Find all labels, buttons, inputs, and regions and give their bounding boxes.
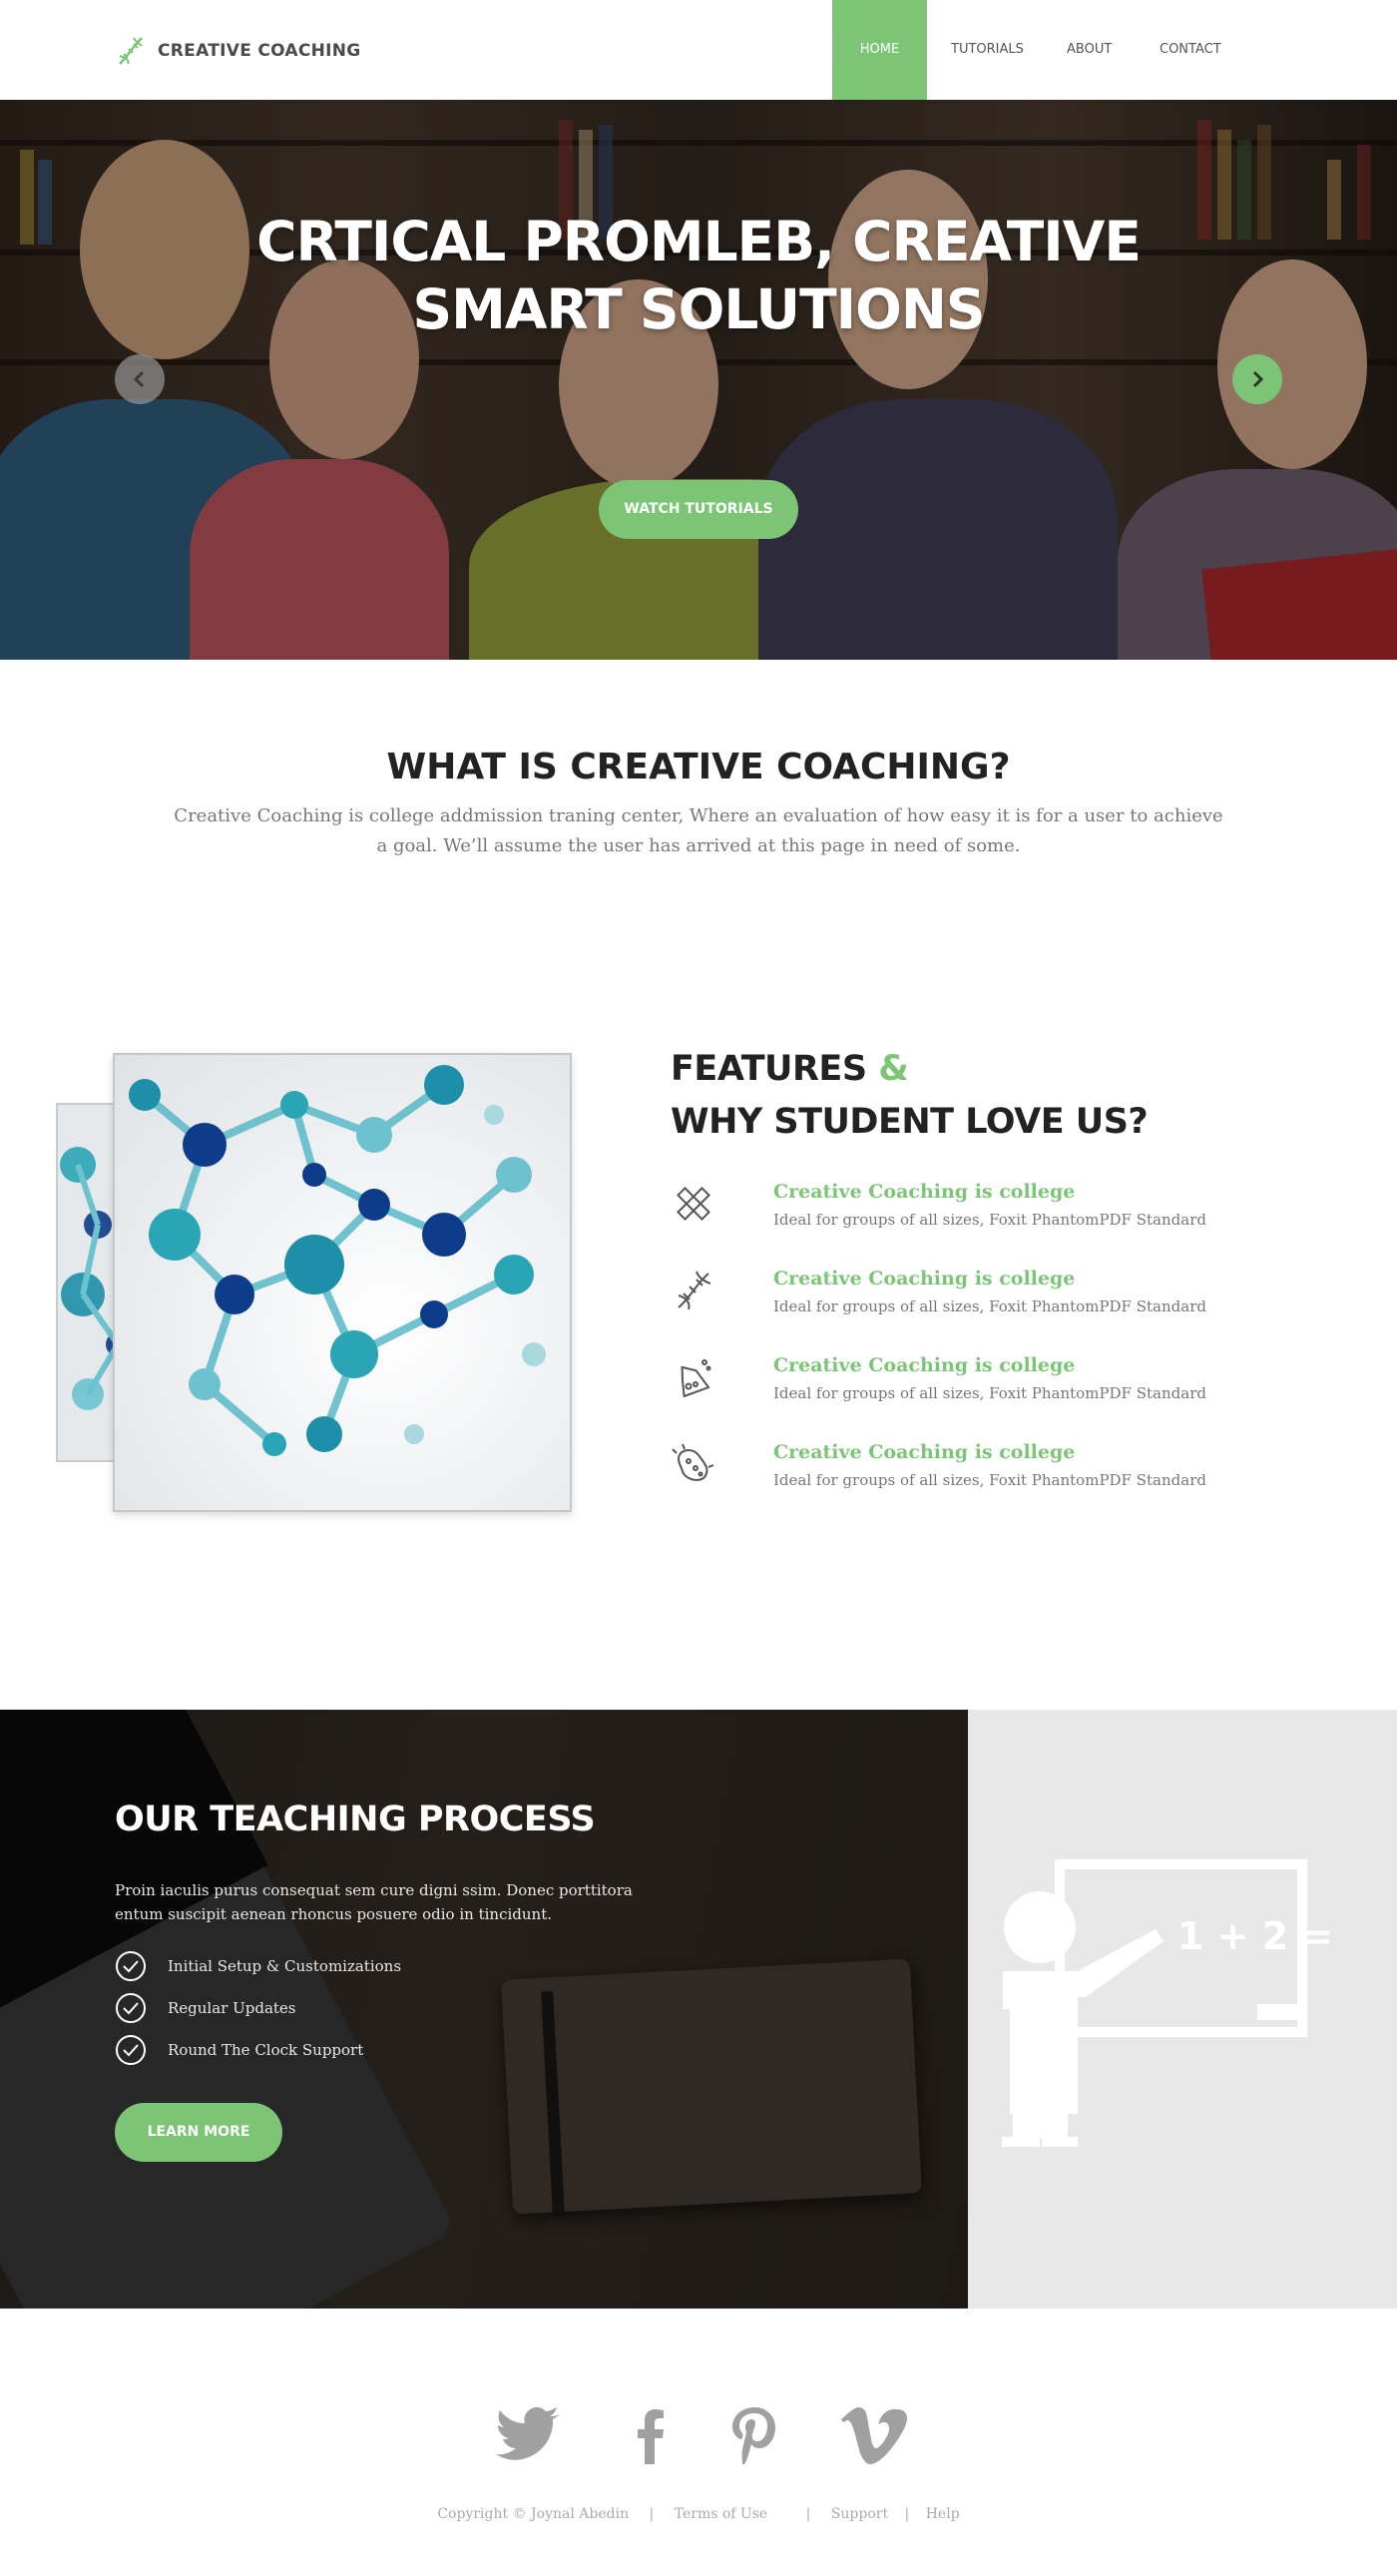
feature-item: Creative Coaching is college Ideal for g… [671,1268,1269,1327]
process-description: Proin iaculis purus consequat sem cure d… [115,1881,633,1923]
about-description: Creative Coaching is college addmission … [174,805,1223,856]
hero-background [0,100,1397,660]
about-title: WHAT IS CREATIVE COACHING? [386,747,1011,787]
vimeo-link[interactable] [836,2400,916,2470]
hero-title-line-2: SMART SOLUTIONS [412,277,986,341]
check-circle-icon [116,1993,146,2023]
copyright-text: Copyright © Joynal Abedin [437,2506,630,2522]
facebook-icon [638,2409,664,2464]
dna-icon [678,1271,711,1310]
feature-subtitle: Ideal for groups of all sizes, Foxit Pha… [773,1297,1206,1315]
molecule-image [113,1053,572,1512]
features-title: FEATURES & WHY STUDENT LOVE US? [671,1043,1149,1149]
list-item: Round The Clock Support [115,2029,401,2071]
footer-separator: | [904,2506,910,2522]
features-title-line2: WHY STUDENT LOVE US? [671,1102,1149,1142]
process-title: OUR TEACHING PROCESS [115,1800,596,1839]
watch-tutorials-button[interactable]: WATCH TUTORIALS [599,480,798,539]
feature-item: Creative Coaching is college Ideal for g… [671,1441,1269,1501]
nav-home[interactable]: HOME [832,0,927,100]
learn-more-button[interactable]: LEARN MORE [115,2103,282,2162]
main-nav: HOME TUTORIALS ABOUT CONTACT [0,0,1397,100]
twitter-link[interactable] [489,2400,569,2470]
teacher-blackboard-icon: 1 + 2 = [1002,1859,1333,2147]
flask-icon [681,1359,711,1398]
features-title-amp: & [878,1049,909,1089]
check-circle-icon [116,2035,146,2065]
check-circle-icon [116,1951,146,1981]
teaching-process-section: OUR TEACHING PROCESS Proin iaculis purus… [0,1710,968,2309]
feature-title: Creative Coaching is college [773,1181,1076,1203]
feature-subtitle: Ideal for groups of all sizes, Foxit Pha… [773,1471,1206,1489]
footer-separator: | [805,2506,811,2522]
nav-about[interactable]: ABOUT [1067,0,1112,100]
feature-title: Creative Coaching is college [773,1354,1076,1376]
vimeo-icon [841,2407,907,2464]
pinterest-icon [732,2407,775,2464]
list-item: Regular Updates [115,1987,401,2029]
bacteria-icon [672,1443,714,1481]
slider-prev-button[interactable] [115,354,165,404]
nav-contact[interactable]: CONTACT [1160,0,1221,100]
list-item-label: Regular Updates [168,1999,296,2017]
hero-title-line-1: CRTICAL PROMLEB, CREATIVE [256,210,1142,273]
pencil-ruler-icon [677,1187,710,1221]
feature-title: Creative Coaching is college [773,1268,1076,1289]
help-link[interactable]: Help [926,2506,960,2522]
list-item-label: Initial Setup & Customizations [168,1957,402,1975]
site-header: CREATIVE COACHING HOME TUTORIALS ABOUT C… [0,0,1397,100]
nav-tutorials[interactable]: TUTORIALS [951,0,1024,100]
feature-item: Creative Coaching is college Ideal for g… [671,1181,1269,1241]
board-equation: 1 + 2 = [1177,1914,1333,1958]
list-item: Initial Setup & Customizations [115,1945,401,1987]
chevron-right-icon [1252,370,1264,388]
twitter-icon [496,2407,560,2460]
list-item-label: Round The Clock Support [168,2041,364,2059]
slider-next-button[interactable] [1232,354,1282,404]
process-list: Initial Setup & Customizations Regular U… [115,1945,401,2071]
chevron-left-icon [133,370,145,388]
hero-slider: CRTICAL PROMLEB, CREATIVE SMART SOLUTION… [0,100,1397,660]
feature-subtitle: Ideal for groups of all sizes, Foxit Pha… [773,1384,1206,1402]
hero-title: CRTICAL PROMLEB, CREATIVE SMART SOLUTION… [200,208,1197,343]
teacher-illustration: 1 + 2 = [968,1710,1397,2309]
features-title-part1: FEATURES [671,1049,879,1089]
pinterest-link[interactable] [715,2400,795,2470]
facebook-link[interactable] [612,2400,692,2470]
footer-links: Copyright © Joynal Abedin | Terms of Use… [0,2506,1397,2522]
feature-item: Creative Coaching is college Ideal for g… [671,1354,1269,1414]
footer-separator: | [649,2506,655,2522]
terms-link[interactable]: Terms of Use [675,2506,767,2522]
support-link[interactable]: Support [831,2506,888,2522]
feature-title: Creative Coaching is college [773,1441,1076,1463]
feature-subtitle: Ideal for groups of all sizes, Foxit Pha… [773,1211,1206,1229]
